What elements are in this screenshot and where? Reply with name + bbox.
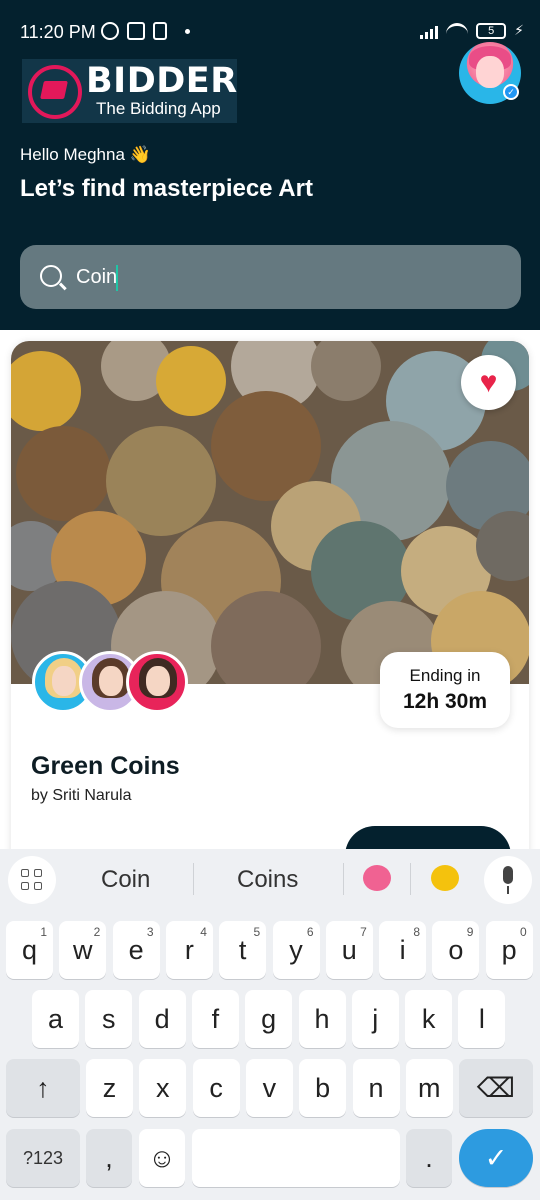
brand-subtitle: The Bidding App xyxy=(96,99,221,118)
greeting-text: Hello Meghna 👋 xyxy=(20,145,151,164)
microphone-button[interactable] xyxy=(484,856,532,904)
charging-icon: ⚡ xyxy=(514,22,524,38)
key-hint: 9 xyxy=(466,925,474,939)
wifi-icon xyxy=(446,22,469,39)
backspace-key[interactable]: ⌫ xyxy=(459,1059,533,1117)
enter-key[interactable]: ✓ xyxy=(459,1129,533,1187)
key-z[interactable]: z xyxy=(86,1059,133,1117)
ending-timer: Ending in 12h 30m xyxy=(380,652,510,728)
key-r[interactable]: r4 xyxy=(165,921,213,979)
page-headline: Let’s find masterpiece Art xyxy=(20,175,313,202)
auction-card[interactable]: ♥ Ending in 12h 30m Green Coins by Sriti… xyxy=(11,341,529,881)
coin-emoji-icon[interactable] xyxy=(431,865,459,891)
key-m[interactable]: m xyxy=(405,1059,453,1117)
key-x[interactable]: x xyxy=(139,1059,187,1117)
key-hint: 8 xyxy=(413,925,421,939)
key-e[interactable]: e3 xyxy=(112,921,160,979)
emoji-key[interactable]: ☺ xyxy=(139,1129,185,1187)
space-key[interactable] xyxy=(192,1129,400,1187)
symbols-key[interactable]: ?123 xyxy=(6,1129,80,1187)
grid-icon xyxy=(21,869,29,877)
status-time: 11:20 PM xyxy=(20,22,96,42)
key-u[interactable]: u7 xyxy=(325,921,373,979)
key-hint: 0 xyxy=(520,925,527,939)
key-hint: 7 xyxy=(360,925,367,939)
verified-badge-icon: ✓ xyxy=(503,84,519,100)
key-hint: 1 xyxy=(40,925,47,939)
shift-key[interactable]: ↑ xyxy=(6,1059,80,1117)
battery-icon: 5 xyxy=(476,22,507,39)
app-header: 11:20 PM 5 ⚡ BIDDER The Bidding App ✓ He… xyxy=(0,0,540,330)
key-b[interactable]: b xyxy=(299,1059,347,1117)
more-notifications-icon xyxy=(185,28,190,34)
status-system: 5 ⚡ xyxy=(420,22,524,39)
save-icon xyxy=(153,22,167,40)
comma-key[interactable]: , xyxy=(86,1129,132,1187)
key-n[interactable]: n xyxy=(352,1059,400,1117)
avatar xyxy=(126,651,188,713)
key-v[interactable]: v xyxy=(245,1059,293,1117)
key-s[interactable]: s xyxy=(85,990,133,1048)
screen-icon xyxy=(127,22,145,40)
key-a[interactable]: a xyxy=(32,990,79,1048)
heart-icon: ♥ xyxy=(479,366,498,399)
status-notifications xyxy=(101,22,190,40)
item-author: by Sriti Narula xyxy=(31,787,132,804)
suggestion-2[interactable]: Coins xyxy=(237,866,298,894)
key-hint: 3 xyxy=(146,925,154,939)
key-hint: 2 xyxy=(93,925,101,939)
key-h[interactable]: h xyxy=(298,990,346,1048)
text-caret xyxy=(116,265,118,291)
key-i[interactable]: i8 xyxy=(379,921,427,979)
brand-title: BIDDER xyxy=(86,61,238,101)
key-hint: 4 xyxy=(200,925,207,939)
ending-label: Ending in xyxy=(409,666,481,685)
nav-app-icon xyxy=(101,22,119,40)
search-input[interactable] xyxy=(76,261,496,293)
key-hint: 6 xyxy=(306,925,314,939)
coins-image xyxy=(11,341,529,684)
keyboard-menu-button[interactable] xyxy=(8,856,56,904)
item-title: Green Coins xyxy=(31,752,180,780)
key-k[interactable]: k xyxy=(405,990,453,1048)
favorite-heart-button[interactable]: ♥ xyxy=(461,355,516,410)
on-screen-keyboard: Coin Coins ↑ ⌫ ?123 , ☺ . ✓ q1w2e3r4t5y6… xyxy=(0,849,540,1200)
key-g[interactable]: g xyxy=(245,990,293,1048)
suggestion-1[interactable]: Coin xyxy=(101,866,150,894)
status-bar: 11:20 PM 5 ⚡ xyxy=(0,0,540,64)
key-c[interactable]: c xyxy=(192,1059,240,1117)
search-bar[interactable] xyxy=(20,245,521,309)
signal-icon xyxy=(420,23,439,39)
period-key[interactable]: . xyxy=(406,1129,452,1187)
key-q[interactable]: q1 xyxy=(6,921,53,979)
ending-value: 12h 30m xyxy=(402,690,488,713)
key-hint: 5 xyxy=(253,925,261,939)
key-f[interactable]: f xyxy=(191,990,239,1048)
key-d[interactable]: d xyxy=(138,990,186,1048)
brand-logo: BIDDER The Bidding App xyxy=(22,59,237,123)
key-t[interactable]: t5 xyxy=(219,921,267,979)
key-j[interactable]: j xyxy=(351,990,399,1048)
purse-emoji-icon[interactable] xyxy=(363,865,391,891)
key-y[interactable]: y6 xyxy=(272,921,320,979)
key-p[interactable]: p0 xyxy=(485,921,533,979)
search-icon xyxy=(40,265,62,287)
bidder-logo-icon xyxy=(28,65,82,119)
key-l[interactable]: l xyxy=(458,990,506,1048)
key-o[interactable]: o9 xyxy=(432,921,480,979)
suggestion-bar: Coin Coins xyxy=(0,849,540,909)
key-w[interactable]: w2 xyxy=(59,921,107,979)
